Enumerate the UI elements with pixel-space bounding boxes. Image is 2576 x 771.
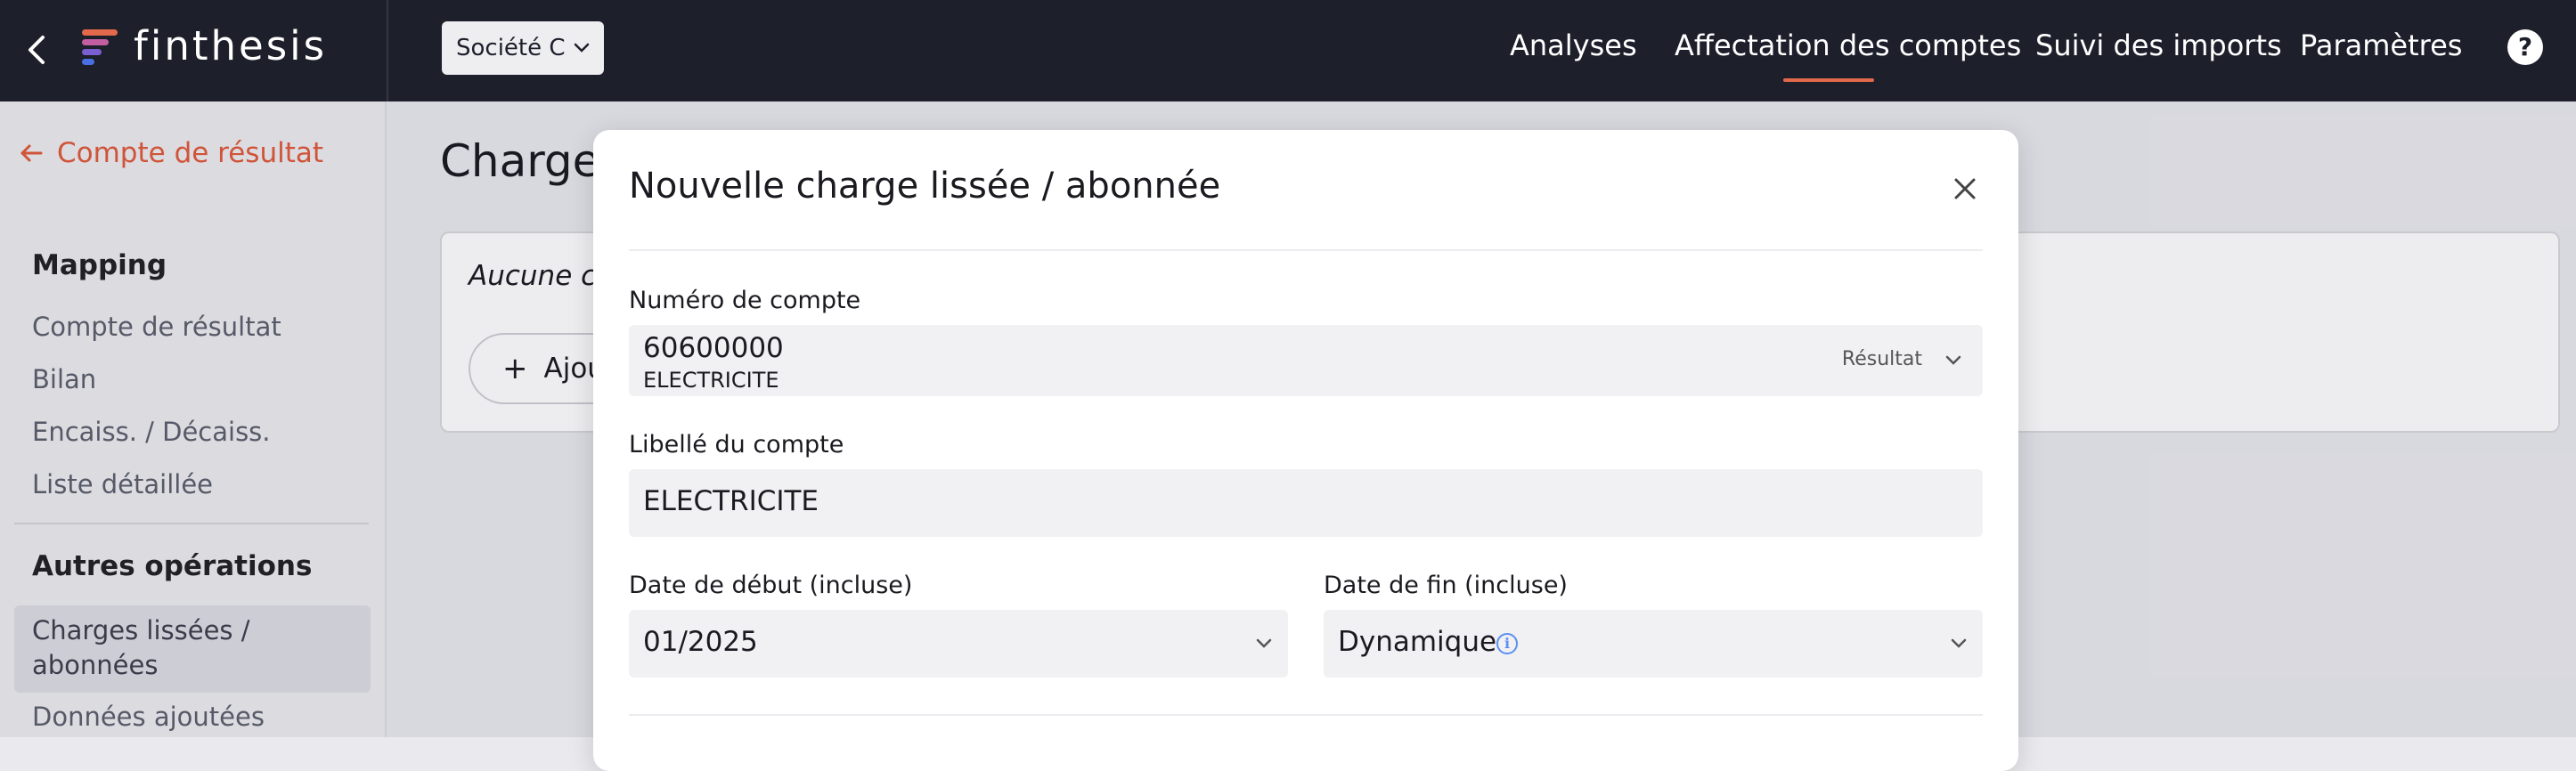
- start-date-value: 01/2025: [643, 626, 758, 658]
- account-number-subvalue: ELECTRICITE: [643, 368, 779, 393]
- nav-analyses[interactable]: Analyses: [1510, 28, 1637, 62]
- active-nav-indicator: [1783, 78, 1874, 82]
- modal-title: Nouvelle charge lissée / abonnée: [629, 166, 1221, 207]
- end-date-value: Dynamique: [1338, 626, 1497, 658]
- nav-suivi-des-imports[interactable]: Suivi des imports: [2035, 28, 2282, 62]
- end-date-label: Date de fin (incluse): [1324, 572, 1568, 599]
- help-icon[interactable]: ?: [2507, 29, 2543, 65]
- modal-header-divider: [629, 249, 1983, 251]
- account-number-value: 60600000: [643, 332, 784, 364]
- account-label-input[interactable]: ELECTRICITE: [629, 469, 1983, 537]
- start-date-label: Date de début (incluse): [629, 572, 913, 599]
- info-icon[interactable]: i: [1496, 633, 1518, 654]
- nav-affectation-des-comptes[interactable]: Affectation des comptes: [1675, 28, 2021, 62]
- end-date-select[interactable]: Dynamique i: [1324, 610, 1983, 678]
- chevron-down-icon: [1945, 355, 1961, 365]
- chevron-down-icon: [574, 43, 590, 53]
- top-bar: finthesis Société C Analyses Affectation…: [0, 0, 2576, 101]
- close-icon[interactable]: [1949, 173, 1981, 205]
- logo-text: finthesis: [134, 22, 328, 69]
- chevron-down-icon: [1951, 638, 1967, 648]
- account-label-value: ELECTRICITE: [643, 485, 819, 517]
- start-date-select[interactable]: 01/2025: [629, 610, 1288, 678]
- account-label-label: Libellé du compte: [629, 431, 844, 459]
- logo-icon: [82, 29, 118, 65]
- account-type-badge: Résultat: [1841, 348, 1922, 370]
- modal-footer-divider: [629, 714, 1983, 716]
- account-number-select[interactable]: 60600000 ELECTRICITE Résultat: [629, 325, 1983, 396]
- chevron-down-icon: [1256, 638, 1272, 648]
- new-charge-modal: Nouvelle charge lissée / abonnée Numéro …: [593, 130, 2018, 771]
- account-number-label: Numéro de compte: [629, 287, 861, 314]
- company-select[interactable]: Société C: [442, 21, 604, 75]
- nav-parametres[interactable]: Paramètres: [2300, 28, 2462, 62]
- header-divider: [387, 0, 388, 101]
- company-select-value: Société C: [456, 35, 566, 61]
- back-chevron-icon[interactable]: [25, 34, 48, 66]
